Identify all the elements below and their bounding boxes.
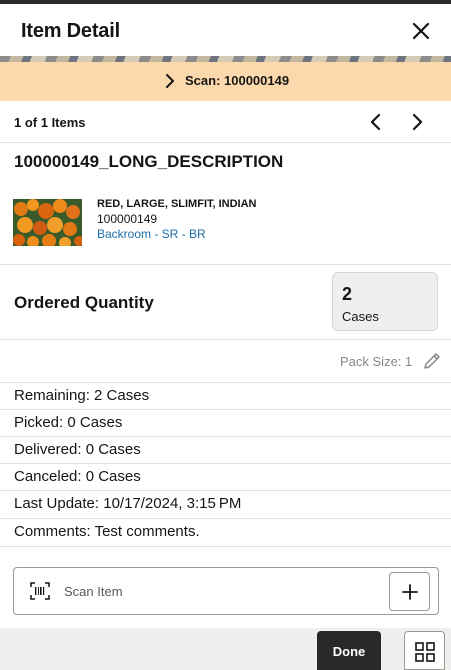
pencil-icon[interactable] (421, 350, 443, 372)
chevron-right-icon[interactable] (407, 112, 427, 132)
item-image (13, 199, 82, 246)
detail-text: Picked: 0 Cases (14, 414, 123, 431)
chevron-left-icon[interactable] (366, 112, 386, 132)
scan-item-placeholder: Scan Item (64, 584, 123, 599)
detail-text: Canceled: 0 Cases (14, 468, 141, 485)
detail-row-last-update: Last Update: 10/17/2024, 3:15 PM (0, 490, 451, 517)
item-attribute-text: RED, LARGE, SLIMFIT, INDIAN (97, 198, 257, 210)
detail-text: Delivered: 0 Cases (14, 441, 141, 458)
pack-size: Pack Size: 1 (340, 354, 413, 369)
item-id: 100000149 (97, 212, 158, 226)
detail-row-remaining: Remaining: 2 Cases (0, 382, 451, 409)
plus-icon (402, 584, 418, 600)
apps-grid-button[interactable] (404, 631, 445, 670)
detail-text: Last Update: 10/17/2024, 3:15 PM (14, 495, 242, 512)
detail-text: Remaining: 2 Cases (14, 387, 150, 404)
chevron-right-icon (166, 74, 174, 88)
scan-banner[interactable]: Scan: 100000149 (0, 62, 451, 101)
done-button[interactable]: Done (317, 631, 381, 670)
item-attributes: RED, LARGE, SLIMFIT, INDIAN 100000149 Ba… (97, 197, 257, 242)
ordered-quantity-label: Ordered Quantity (14, 293, 154, 312)
detail-row-comments: Comments: Test comments. (0, 518, 451, 545)
item-pager: 1 of 1 Items (0, 101, 451, 143)
ordered-quantity-value: 2 (342, 284, 353, 304)
detail-row-delivered: Delivered: 0 Cases (0, 436, 451, 463)
dialog-title: Item Detail (21, 20, 120, 42)
item-name: 100000149_LONG_DESCRIPTION (14, 152, 284, 171)
divider (0, 264, 451, 265)
detail-row-canceled: Canceled: 0 Cases (0, 463, 451, 490)
item-count: 1 of 1 Items (14, 115, 86, 130)
item-location: Backroom - SR - BR (97, 227, 206, 241)
dialog-header: Item Detail (0, 4, 451, 56)
grid-icon (415, 642, 435, 662)
ordered-quantity-box: 2 Cases (332, 272, 438, 331)
divider (0, 339, 451, 340)
footer-bar: Done (0, 628, 451, 670)
detail-row-picked: Picked: 0 Cases (0, 409, 451, 436)
barcode-icon (30, 582, 50, 600)
add-item-button[interactable] (389, 572, 430, 611)
close-icon[interactable] (409, 19, 433, 43)
ordered-quantity-unit: Cases (342, 309, 379, 324)
divider (0, 546, 451, 547)
detail-text: Comments: Test comments. (14, 523, 200, 540)
scan-banner-text: Scan: 100000149 (185, 73, 290, 88)
scan-item-field[interactable]: Scan Item (13, 567, 439, 615)
